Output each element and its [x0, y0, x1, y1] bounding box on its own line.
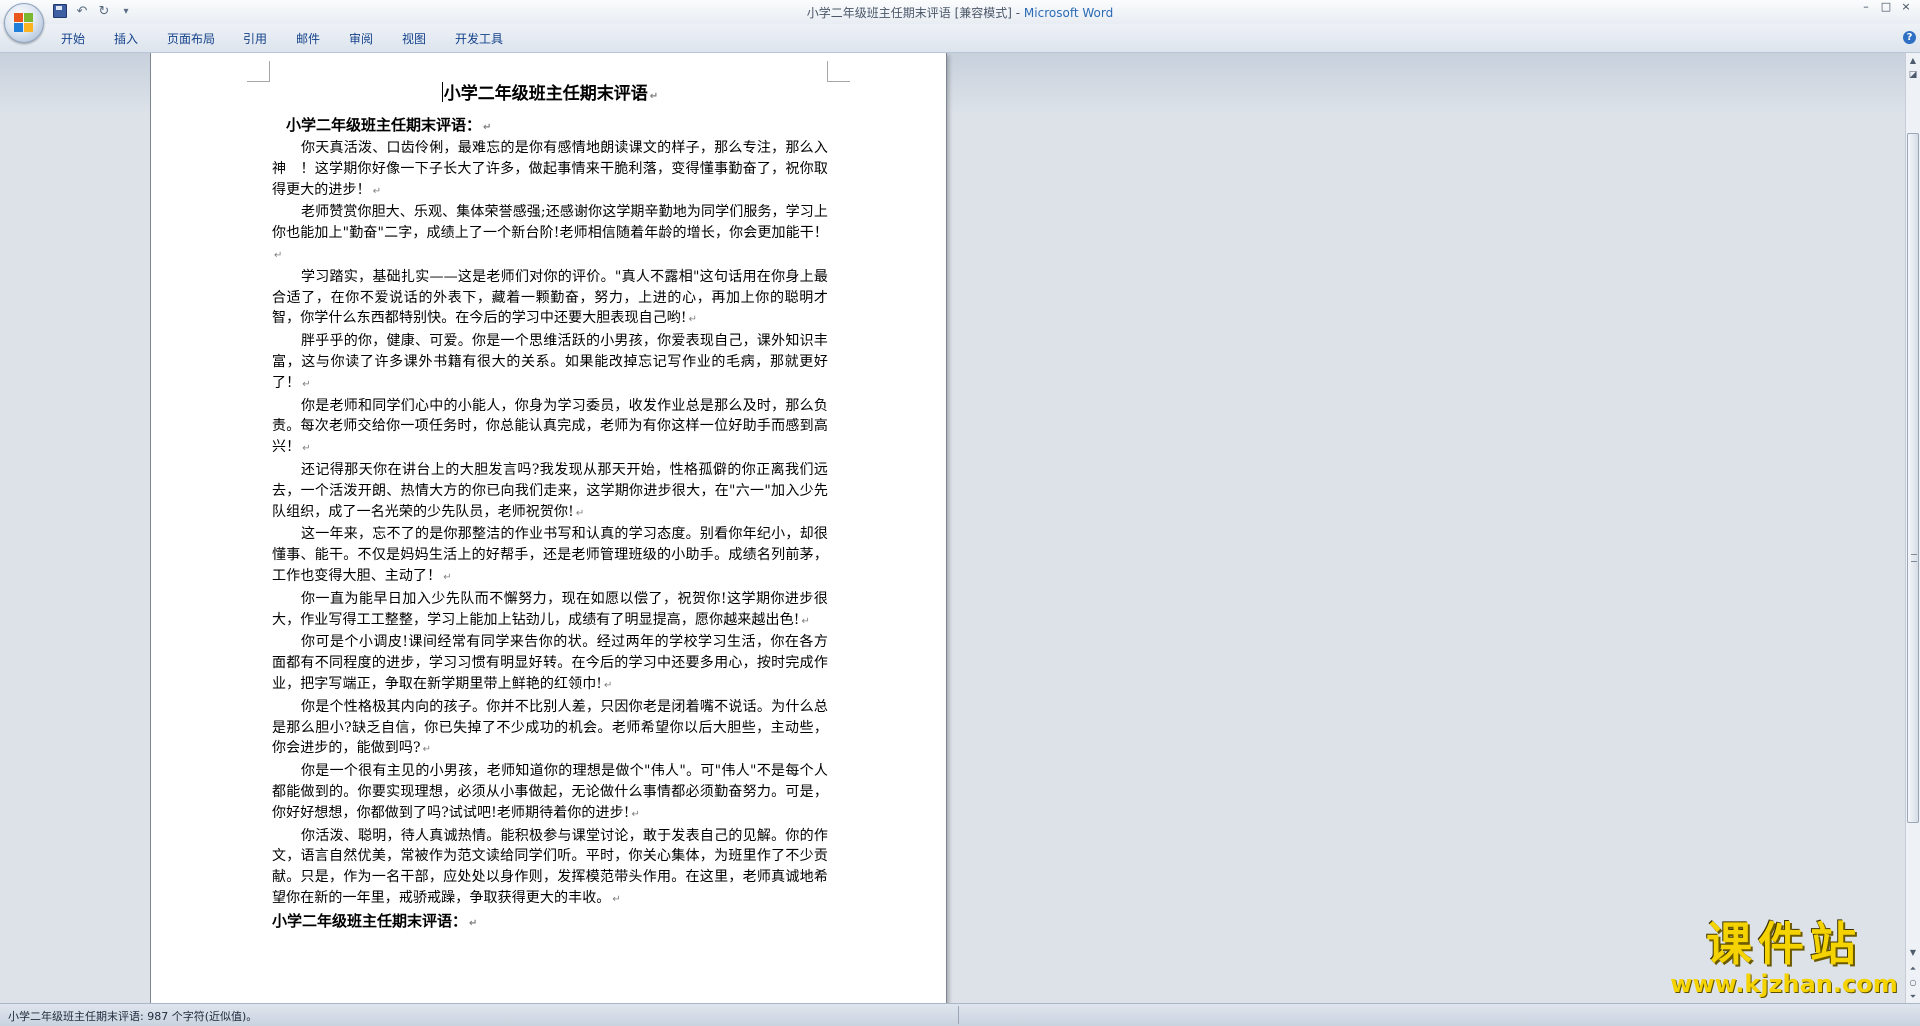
paragraph: 学习踏实，基础扎实——这是老师们对你的评价。"真人不露相"这句话用在你身上最合适…	[272, 268, 828, 327]
paragraph: 你是个性格极其内向的孩子。你并不比别人差，只因你老是闭着嘴不说话。为什么总是那么…	[272, 698, 828, 757]
margin-mark-top-right	[827, 61, 850, 82]
margin-mark-top-left	[247, 61, 270, 82]
close-button[interactable]: ×	[1896, 0, 1916, 16]
tab-insert[interactable]: 插入	[114, 30, 138, 47]
document-heading: 小学二年级班主任期末评语 ↵	[441, 82, 659, 104]
vertical-scrollbar[interactable]: ▲ ◪ ▼ ⏶ ○ ⏷	[1905, 53, 1920, 1003]
tab-references[interactable]: 引用	[243, 30, 267, 47]
scroll-up-button[interactable]: ▲	[1907, 55, 1919, 67]
paragraph: 你天真活泼、口齿伶俐，最难忘的是你有感情地朗读课文的样子，那么专注，那么入神 ！…	[272, 140, 828, 198]
minimize-button[interactable]: –	[1856, 0, 1876, 16]
help-icon[interactable]: ?	[1903, 31, 1916, 44]
maximize-button[interactable]: □	[1876, 0, 1896, 16]
tab-developer[interactable]: 开发工具	[455, 30, 503, 47]
watermark-url: www.kjzhan.com	[1670, 970, 1898, 998]
paragraph: 你是一个很有主见的小男孩，老师知道你的理想是做个"伟人"。可"伟人"不是每个人都…	[272, 763, 828, 821]
document-workspace: 小学二年级班主任期末评语 ↵ 小学二年级班主任期末评语： ↵ 你天真活泼、口齿伶俐，…	[0, 53, 1906, 1003]
paragraph: 这一年来，忘不了的是你那整洁的作业书写和认真的学习态度。别看你年纪小，却很懂事、…	[272, 526, 828, 584]
paragraph: 你是老师和同学们心中的小能人，你身为学习委员，收发作业总是那么及时，那么负责。每…	[272, 397, 828, 456]
tab-mailings[interactable]: 邮件	[296, 30, 320, 47]
office-button[interactable]	[4, 3, 44, 43]
paragraph: 还记得那天你在讲台上的大胆发言吗?我发现从那天开始，性格孤僻的你正离我们远去，一…	[272, 461, 828, 520]
window-controls: – □ ×	[1856, 0, 1916, 16]
tab-view[interactable]: 视图	[402, 30, 426, 47]
word-count-status[interactable]: 小学二年级班主任期末评语: 987 个字符(近似值)。	[8, 1008, 257, 1024]
text-cursor	[441, 82, 443, 102]
select-browse-object-icon[interactable]: ○	[1907, 977, 1919, 989]
ribbon-tabs: 开始 插入 页面布局 引用 邮件 审阅 视图 开发工具 ?	[0, 24, 1920, 53]
status-bar: 小学二年级班主任期末评语: 987 个字符(近似值)。	[0, 1003, 1920, 1026]
paragraph: 你一直为能早日加入少先队而不懈努力，现在如愿以偿了，祝贺你!这学期你进步很大，作…	[272, 590, 828, 628]
tab-review[interactable]: 审阅	[349, 30, 373, 47]
site-watermark: 课件站 www.kjzhan.com	[1664, 918, 1904, 1002]
section-heading: 小学二年级班主任期末评语： ↵	[286, 116, 492, 134]
previous-page-icon[interactable]: ⏶	[1907, 963, 1919, 975]
scroll-thumb[interactable]	[1907, 133, 1919, 823]
paragraph: 老师赞赏你胆大、乐观、集体荣誉感强;还感谢你这学期辛勤地为同学们服务，学习上你也…	[272, 204, 828, 261]
document-body[interactable]: 小学二年级班主任期末评语 ↵ 小学二年级班主任期末评语： ↵ 你天真活泼、口齿伶俐，…	[272, 81, 828, 934]
app-name-label: Microsoft Word	[1023, 6, 1114, 20]
window-title: 小学二年级班主任期末评语 [兼容模式] - Microsoft Word	[0, 4, 1920, 21]
paragraph: 你可是个小调皮!课间经常有同学来告你的状。经过两年的学校学习生活，你在各方面都有…	[272, 634, 828, 692]
status-divider	[958, 1006, 959, 1024]
closing-heading: 小学二年级班主任期末评语： ↵	[272, 911, 478, 930]
scroll-down-button[interactable]: ▼	[1907, 947, 1919, 959]
watermark-logo-text: 课件站	[1706, 917, 1862, 971]
paragraph: 胖乎乎的你，健康、可爱。你是一个思维活跃的小男孩，你爱表现自己，课外知识丰富，这…	[272, 333, 828, 391]
office-logo-icon	[14, 13, 34, 33]
title-bar: ↶ ↻ ▾ 小学二年级班主任期末评语 [兼容模式] - Microsoft Wo…	[0, 0, 1920, 24]
tab-page-layout[interactable]: 页面布局	[167, 30, 215, 47]
tab-home[interactable]: 开始	[61, 30, 85, 47]
paragraph: 你活泼、聪明，待人真诚热情。能积极参与课堂讨论，敢于发表自己的见解。你的作文，语…	[272, 827, 828, 906]
document-title-label: 小学二年级班主任期末评语 [兼容模式] -	[806, 6, 1024, 20]
document-page[interactable]: 小学二年级班主任期末评语 ↵ 小学二年级班主任期末评语： ↵ 你天真活泼、口齿伶俐，…	[151, 53, 946, 1003]
next-page-icon[interactable]: ⏷	[1907, 991, 1919, 1003]
scroll-grip-icon	[1911, 554, 1917, 562]
ruler-toggle-icon[interactable]: ◪	[1907, 69, 1919, 81]
